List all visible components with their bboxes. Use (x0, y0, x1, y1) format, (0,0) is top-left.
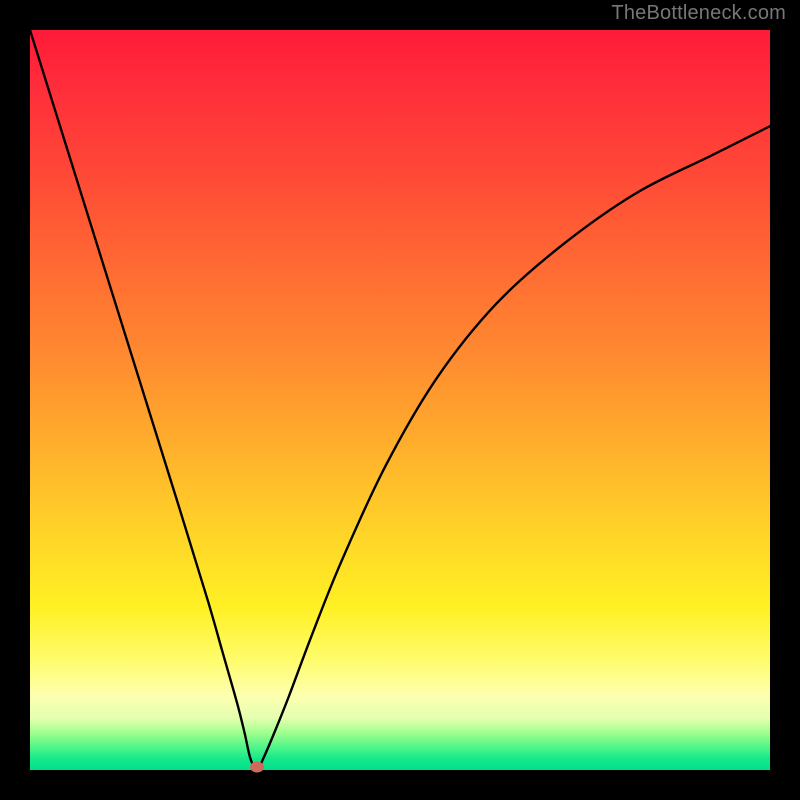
plot-area (30, 30, 770, 770)
watermark-text: TheBottleneck.com (611, 2, 786, 25)
bottleneck-curve (30, 30, 770, 770)
chart-frame: TheBottleneck.com (0, 0, 800, 800)
minimum-marker-icon (250, 762, 264, 773)
curve-svg (30, 30, 770, 770)
